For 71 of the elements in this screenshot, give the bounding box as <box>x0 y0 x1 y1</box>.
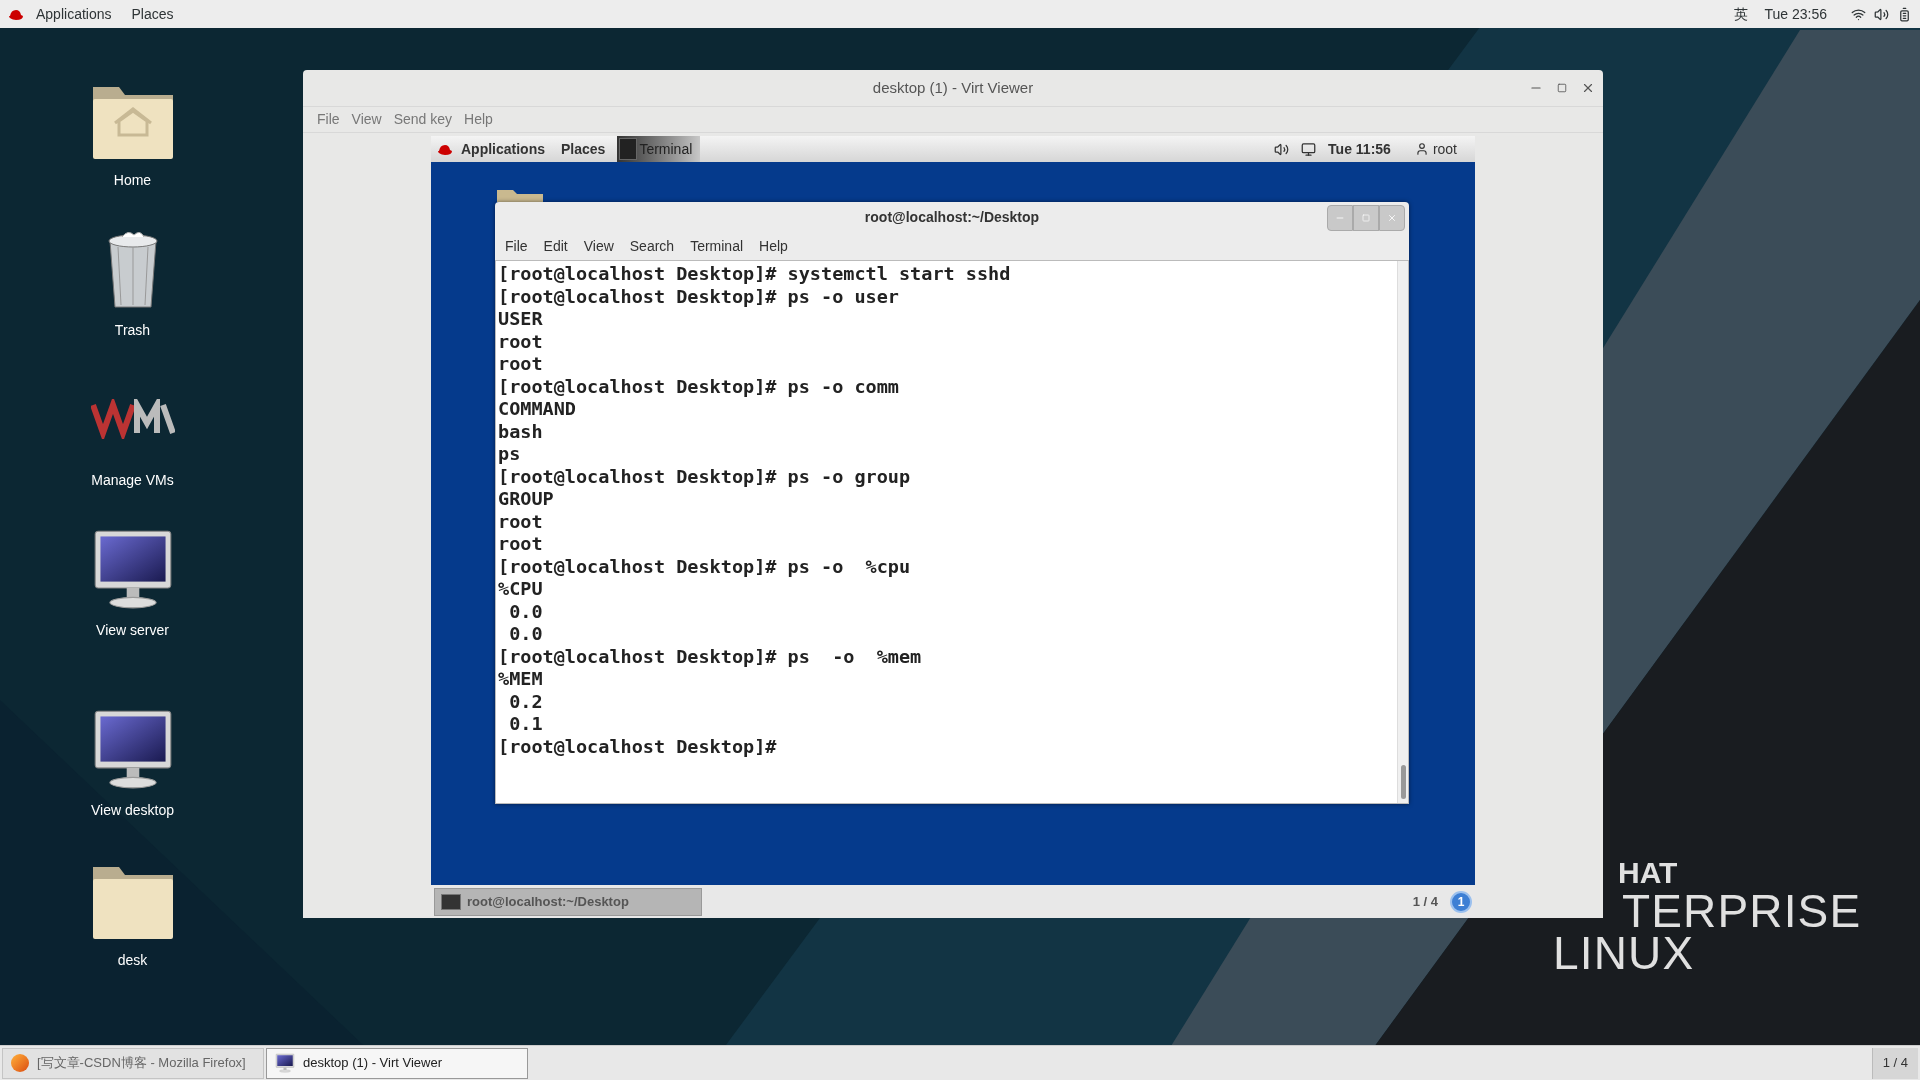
clock[interactable]: Tue 23:56 <box>1764 3 1827 25</box>
terminal-line: [root@localhost Desktop]# ps -o group <box>498 465 911 488</box>
window-title: desktop (1) - Virt Viewer <box>872 77 1034 98</box>
hat-icon <box>437 142 453 156</box>
menu-item[interactable]: View <box>345 109 388 130</box>
terminal-line: ps <box>498 443 521 466</box>
terminal-line: [root@localhost Desktop]# systemctl start sshd <box>498 263 1011 286</box>
desktop-icon-label[interactable]: Trash <box>114 320 151 341</box>
workspace-indicator[interactable]: 1 / 4 <box>1871 1047 1918 1079</box>
user-icon[interactable] <box>1414 142 1429 156</box>
terminal-line: 0.2 <box>508 690 543 713</box>
guest-window-button[interactable]: root@localhost:~/Desktop <box>434 887 702 916</box>
terminal-line: GROUP <box>498 488 554 511</box>
terminal-line: [root@localhost Desktop]# ps -o user <box>498 285 899 308</box>
menu-item[interactable]: Terminal <box>682 235 752 257</box>
terminal-line: [root@localhost Desktop]# ps -o %cpu <box>498 555 911 578</box>
terminal-line: USER <box>498 308 543 331</box>
terminal-line: bash <box>498 420 543 443</box>
scrollbar-thumb[interactable] <box>1400 765 1406 799</box>
volume-icon[interactable] <box>1274 141 1290 157</box>
taskbar-button[interactable]: desktop (1) - Virt Viewer <box>266 1047 528 1079</box>
menu-item[interactable]: File <box>311 109 346 130</box>
wifi-icon[interactable] <box>1851 6 1866 22</box>
terminal-line: [root@localhost Desktop]# ps -o comm <box>498 375 899 398</box>
browser-icon <box>11 1054 29 1072</box>
top-menu[interactable]: Places <box>123 3 182 25</box>
workspace-indicator[interactable]: 1 / 4 <box>1412 891 1438 912</box>
menu-item[interactable]: Help <box>751 235 796 257</box>
desktop-icon-label[interactable]: Home <box>113 170 152 191</box>
terminal-line: 0.1 <box>508 713 543 736</box>
menu-item[interactable]: Help <box>458 109 499 130</box>
vm-logo-icon <box>90 399 175 439</box>
terminal-line: root <box>498 510 543 533</box>
guest-top-menu[interactable]: Places <box>553 138 614 160</box>
terminal-line: [root@localhost Desktop]# <box>498 735 777 758</box>
terminal-line: root <box>498 533 543 556</box>
close-icon[interactable] <box>1581 81 1595 95</box>
terminal-icon <box>441 893 461 910</box>
hat-icon <box>8 7 24 21</box>
terminal-line: root <box>498 330 543 353</box>
terminal-line: %MEM <box>498 668 543 691</box>
volume-icon[interactable] <box>1874 6 1889 22</box>
battery-icon[interactable] <box>1897 6 1912 22</box>
terminal-line: root <box>498 353 543 376</box>
terminal-line: 0.0 <box>508 600 543 623</box>
terminal-line: [root@localhost Desktop]# ps -o %mem <box>498 645 922 668</box>
notification-badge[interactable]: 1 <box>1450 890 1472 913</box>
guest-clock[interactable]: Tue 11:56 <box>1328 138 1391 160</box>
terminal-line: 0.0 <box>508 623 543 646</box>
menu-item[interactable]: View <box>575 235 622 257</box>
input-method-indicator[interactable]: 英 <box>1734 3 1749 25</box>
menu-item[interactable]: Edit <box>535 235 576 257</box>
menu-item[interactable]: Send key <box>387 109 459 130</box>
guest-top-menu[interactable]: Applications <box>453 138 553 160</box>
scrollbar[interactable] <box>1397 261 1408 803</box>
desktop-icon-label[interactable]: View server <box>96 620 169 641</box>
user-name[interactable]: root <box>1432 138 1457 160</box>
terminal-line: COMMAND <box>498 398 576 421</box>
terminal-icon <box>619 138 638 160</box>
menu-item[interactable]: File <box>497 235 536 257</box>
logo-text: HAT <box>1618 858 1678 888</box>
monitor-icon <box>275 1053 295 1073</box>
terminal-line: %CPU <box>498 578 543 601</box>
desktop-icon-label[interactable]: View desktop <box>91 800 174 821</box>
top-menu[interactable]: Applications <box>28 3 120 25</box>
desktop-icon-label[interactable]: desk <box>117 950 148 971</box>
terminal-title: root@localhost:~/Desktop <box>864 207 1040 227</box>
menu-item[interactable]: Search <box>621 235 683 257</box>
desktop-icon-label[interactable]: Manage VMs <box>91 470 174 491</box>
maximize-icon[interactable] <box>1557 83 1567 93</box>
taskbar-button[interactable]: [写文章-CSDN博客 - Mozilla Firefox] <box>2 1047 264 1079</box>
